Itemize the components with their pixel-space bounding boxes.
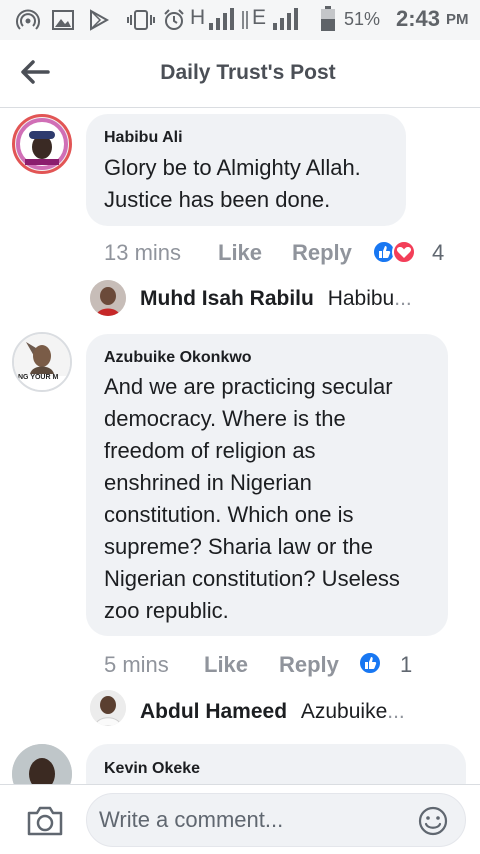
reply-button[interactable]: Reply [292, 240, 352, 266]
comment-text-line: constitution. Which one is [104, 502, 354, 527]
avatar-image [90, 280, 126, 316]
battery-percent: 51% [344, 9, 381, 29]
comment-author[interactable]: Habibu Ali [104, 129, 183, 147]
reply-author: Muhd Isah Rabilu [140, 287, 314, 310]
play-store-icon [90, 9, 110, 31]
comment-author[interactable]: Azubuike Okonkwo [104, 349, 252, 367]
comment-input-wrapper [86, 793, 466, 847]
comment-text-line: supreme? Sharia law or the [104, 534, 374, 559]
comment-text-line: zoo republic. [104, 598, 229, 623]
camera-icon[interactable] [26, 805, 64, 837]
avatar [90, 280, 126, 316]
avatar [90, 690, 126, 726]
reaction-count: 1 [400, 652, 413, 677]
comment-text-line: Nigerian constitution? Useless [104, 566, 400, 591]
network-type-right: E [252, 6, 267, 29]
signal-icon [209, 8, 234, 30]
alarm-icon [164, 9, 184, 30]
comment-text-line: Glory be to Almighty Allah. [104, 155, 361, 180]
clock-ampm: PM [446, 11, 469, 28]
reply-author: Abdul Hameed [140, 700, 288, 723]
signal-icon [273, 8, 298, 30]
comment-time: 5 mins [104, 652, 169, 677]
comment-text-line: Justice has been done. [104, 187, 331, 212]
data-arrows-icon [242, 11, 248, 29]
reply-ellipsis: ... [394, 287, 412, 310]
reply-snippet: Azubuike [300, 700, 388, 723]
avatar-caption: NG YOUR M [18, 374, 59, 381]
avatar[interactable]: NG YOUR M [12, 332, 72, 392]
reaction-count: 4 [432, 240, 445, 265]
page-title: Daily Trust's Post [160, 61, 336, 84]
vibrate-icon [127, 10, 155, 30]
like-reaction-icon [358, 651, 382, 675]
hotspot-icon [16, 9, 40, 30]
comment-author[interactable]: Kevin Okeke [104, 760, 200, 778]
comment-text-line: And we are practicing secular [104, 374, 393, 399]
comment-text: Glory be to Almighty Allah. Justice has … [104, 152, 361, 216]
app-header: Daily Trust's Post [0, 40, 480, 108]
comment-text-line: democracy. Where is the [104, 406, 346, 431]
emoji-icon[interactable] [417, 805, 449, 837]
reply-snippet: Habibu [327, 287, 395, 310]
comment-composer [0, 784, 480, 854]
avatar-image [16, 118, 68, 170]
network-type-left: H [190, 6, 206, 29]
love-reaction-icon [392, 240, 416, 264]
comment-text-line: enshrined in Nigerian [104, 470, 312, 495]
reply-ellipsis: ... [387, 700, 405, 723]
comment-text-line: freedom of religion as [104, 438, 316, 463]
like-button[interactable]: Like [218, 240, 262, 266]
like-button[interactable]: Like [204, 652, 248, 678]
avatar[interactable] [12, 114, 72, 174]
status-bar: H E 51% 2:43 PM [0, 0, 480, 40]
avatar-image [90, 690, 126, 726]
comment-input[interactable] [99, 804, 399, 836]
gallery-icon [52, 10, 74, 30]
reply-button[interactable]: Reply [279, 652, 339, 678]
battery-icon [321, 6, 335, 31]
avatar-image [14, 334, 70, 390]
clock: 2:43 [396, 6, 441, 31]
comment-time: 13 mins [104, 240, 182, 265]
comment-text: And we are practicing secular democracy.… [104, 371, 400, 627]
